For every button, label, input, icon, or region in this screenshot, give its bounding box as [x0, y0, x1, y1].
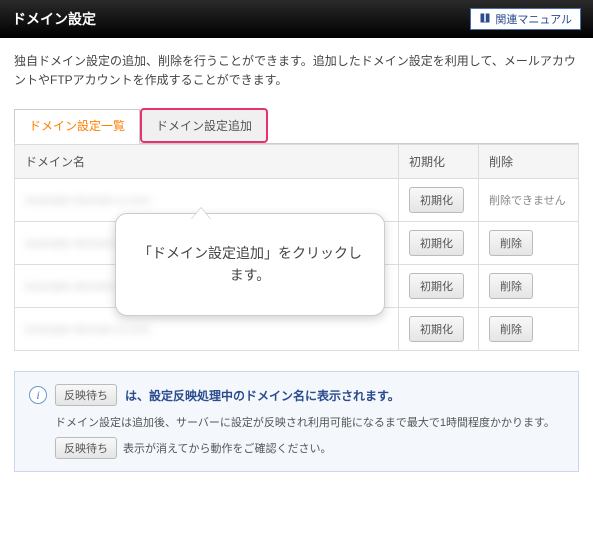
- init-button[interactable]: 初期化: [409, 230, 464, 256]
- delete-button[interactable]: 削除: [489, 230, 533, 256]
- info-box: i 反映待ち は、設定反映処理中のドメイン名に表示されます。 ドメイン設定は追加…: [14, 371, 579, 472]
- page-title: ドメイン設定: [12, 9, 96, 29]
- info-line1: は、設定反映処理中のドメイン名に表示されます。: [125, 387, 400, 404]
- page-header: ドメイン設定 関連マニュアル: [0, 0, 593, 38]
- col-header-delete: 削除: [479, 145, 579, 179]
- init-button[interactable]: 初期化: [409, 316, 464, 342]
- tab-domain-add[interactable]: ドメイン設定追加: [140, 108, 268, 143]
- pending-badge: 反映待ち: [55, 437, 117, 459]
- init-button[interactable]: 初期化: [409, 187, 464, 213]
- init-button[interactable]: 初期化: [409, 273, 464, 299]
- delete-disabled-text: 削除できません: [489, 195, 566, 207]
- col-header-domain: ドメイン名: [15, 145, 399, 179]
- info-line2: ドメイン設定は追加後、サーバーに設定が反映され利用可能になるまで最大で1時間程度…: [29, 414, 564, 433]
- domain-name-cell: example-domain-a.com: [25, 193, 150, 207]
- domain-name-cell: example-domain-d.com: [25, 322, 150, 336]
- tabs: ドメイン設定一覧 ドメイン設定追加: [14, 108, 579, 144]
- instruction-callout: 「ドメイン設定追加」をクリックします。: [115, 213, 385, 316]
- book-icon: [479, 12, 491, 27]
- delete-button[interactable]: 削除: [489, 273, 533, 299]
- page-description: 独自ドメイン設定の追加、削除を行うことができます。追加したドメイン設定を利用して…: [14, 52, 579, 90]
- related-manual-button[interactable]: 関連マニュアル: [470, 8, 581, 30]
- delete-button[interactable]: 削除: [489, 316, 533, 342]
- related-manual-label: 関連マニュアル: [495, 11, 572, 27]
- tab-domain-list[interactable]: ドメイン設定一覧: [14, 109, 140, 144]
- info-line3: 表示が消えてから動作をご確認ください。: [123, 440, 331, 456]
- col-header-init: 初期化: [399, 145, 479, 179]
- info-icon: i: [29, 386, 47, 404]
- pending-badge: 反映待ち: [55, 384, 117, 406]
